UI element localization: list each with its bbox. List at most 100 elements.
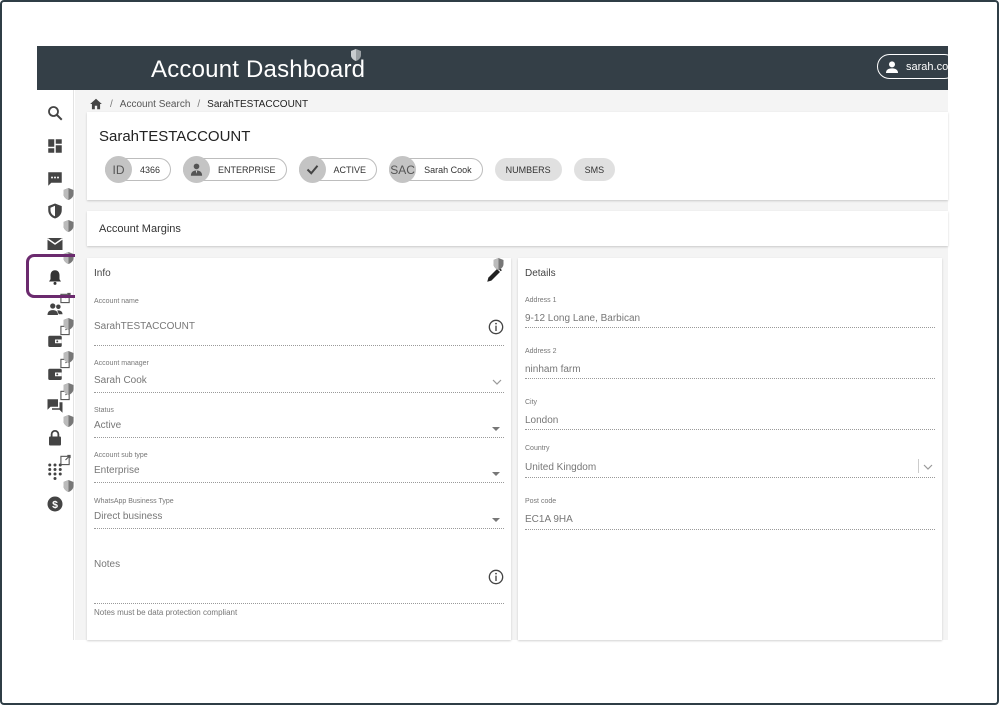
country-value: United Kingdom	[525, 462, 597, 473]
account-name-label: Account name	[94, 298, 139, 305]
manager-label: Sarah Cook	[424, 164, 472, 175]
business-person-icon	[190, 163, 203, 176]
dollar-icon[interactable]: $	[46, 495, 64, 513]
sms-chip[interactable]: SMS	[573, 158, 616, 181]
account-manager-field[interactable]: Account manager Sarah Cook	[94, 360, 504, 394]
sms-label: SMS	[584, 164, 605, 175]
user-name: sarah.coo	[906, 60, 955, 73]
field-underline	[94, 603, 504, 604]
account-title: SarahTESTACCOUNT	[99, 128, 251, 145]
check-icon	[306, 165, 318, 175]
search-icon[interactable]	[46, 104, 64, 122]
manager-chip: SAC Sarah Cook	[389, 156, 483, 183]
account-header-card: SarahTESTACCOUNT ID 4366 ENTERPRISE ACTI…	[87, 112, 948, 200]
home-icon[interactable]	[89, 97, 103, 111]
enterprise-avatar	[183, 156, 211, 183]
shield-badge-icon	[493, 258, 504, 270]
dashboard-icon[interactable]	[46, 137, 64, 155]
info-icon[interactable]	[488, 319, 504, 335]
shield-icon[interactable]	[46, 202, 64, 220]
address1-field[interactable]: Address 1 9-12 Long Lane, Barbican	[525, 297, 935, 329]
details-title: Details	[525, 268, 556, 279]
details-card: Details Address 1 9-12 Long Lane, Barbic…	[518, 258, 942, 640]
field-underline	[94, 528, 504, 529]
manager-avatar: SAC	[389, 156, 417, 183]
numbers-chip[interactable]: NUMBERS	[494, 158, 562, 181]
shield-badge-icon	[63, 383, 74, 395]
info-icon[interactable]	[488, 569, 504, 585]
address2-value: ninham farm	[525, 364, 581, 375]
account-sub-type-field[interactable]: Account sub type Enterprise	[94, 452, 504, 486]
whatsapp-business-type-field[interactable]: WhatsApp Business Type Direct business	[94, 498, 504, 532]
whatsapp-business-type-label: WhatsApp Business Type	[94, 498, 174, 505]
breadcrumb-separator: /	[197, 98, 201, 110]
dropdown-caret-icon[interactable]	[492, 518, 500, 522]
status-field[interactable]: Status Active	[94, 407, 504, 441]
mail-icon[interactable]	[46, 235, 64, 253]
breadcrumb: / Account Search / SarahTESTACCOUNT	[89, 97, 308, 111]
person-icon	[886, 60, 898, 73]
city-field[interactable]: City London	[525, 399, 935, 431]
account-sub-type-label: Account sub type	[94, 452, 148, 459]
address1-label: Address 1	[525, 297, 557, 304]
account-manager-value: Sarah Cook	[94, 375, 147, 386]
field-underline	[94, 482, 504, 483]
enterprise-label: ENTERPRISE	[218, 164, 276, 175]
enterprise-chip: ENTERPRISE	[183, 156, 287, 183]
city-value: London	[525, 415, 559, 426]
account-name-field[interactable]: Account name SarahTESTACCOUNT	[94, 298, 504, 346]
dropdown-divider	[918, 459, 919, 473]
shield-badge-icon	[63, 220, 74, 232]
account-manager-label: Account manager	[94, 360, 149, 367]
breadcrumb-current: SarahTESTACCOUNT	[207, 98, 309, 110]
lock-icon[interactable]	[46, 429, 64, 447]
id-value: 4366	[140, 164, 161, 175]
account-name-value: SarahTESTACCOUNT	[94, 321, 195, 332]
info-card: Info Account name SarahTESTACCOUNT Accou…	[87, 258, 511, 640]
field-underline	[525, 378, 935, 379]
field-underline	[94, 392, 504, 393]
field-underline	[525, 477, 935, 478]
shield-badge-icon	[63, 415, 74, 427]
id-chip: ID 4366	[105, 156, 172, 183]
main-content: / Account Search / SarahTESTACCOUNT Sara…	[75, 90, 948, 640]
field-underline	[525, 429, 935, 430]
country-label: Country	[525, 445, 550, 452]
shield-badge-icon	[63, 318, 74, 330]
status-label: Status	[94, 407, 114, 414]
notes-label: Notes	[94, 559, 121, 570]
chevron-down-icon[interactable]	[492, 378, 502, 386]
numbers-label: NUMBERS	[505, 164, 551, 175]
postcode-field[interactable]: Post code EC1A 9HA	[525, 498, 935, 530]
dropdown-caret-icon[interactable]	[492, 472, 500, 476]
breadcrumb-separator: /	[110, 98, 113, 110]
country-field[interactable]: Country United Kingdom	[525, 445, 935, 479]
dropdown-caret-icon[interactable]	[492, 427, 500, 431]
user-menu-button[interactable]: sarah.coo	[877, 54, 957, 79]
account-sub-type-value: Enterprise	[94, 465, 140, 476]
breadcrumb-account-search[interactable]: Account Search	[120, 99, 191, 110]
active-avatar	[298, 156, 326, 183]
account-margins-panel[interactable]: Account Margins	[87, 211, 948, 246]
field-underline	[525, 529, 935, 530]
notes-field[interactable]: Notes	[94, 559, 504, 605]
active-label: ACTIVE	[333, 164, 367, 175]
info-title: Info	[94, 268, 111, 279]
postcode-label: Post code	[525, 498, 557, 505]
account-margins-title: Account Margins	[99, 223, 181, 235]
field-underline	[525, 327, 935, 328]
status-value: Active	[94, 420, 122, 431]
address1-value: 9-12 Long Lane, Barbican	[525, 313, 641, 324]
shield-badge-icon	[63, 188, 74, 200]
postcode-value: EC1A 9HA	[525, 514, 573, 525]
chevron-down-icon[interactable]	[923, 463, 933, 471]
field-underline	[94, 437, 504, 438]
address2-field[interactable]: Address 2 ninham farm	[525, 348, 935, 380]
address2-label: Address 2	[525, 348, 557, 355]
shield-badge-icon	[63, 351, 74, 363]
whatsapp-business-type-value: Direct business	[94, 511, 163, 522]
app-bar: Account Dashboard sarah.coo	[37, 46, 957, 90]
field-underline	[94, 345, 504, 346]
city-label: City	[525, 399, 538, 406]
chat-icon[interactable]	[46, 170, 64, 188]
